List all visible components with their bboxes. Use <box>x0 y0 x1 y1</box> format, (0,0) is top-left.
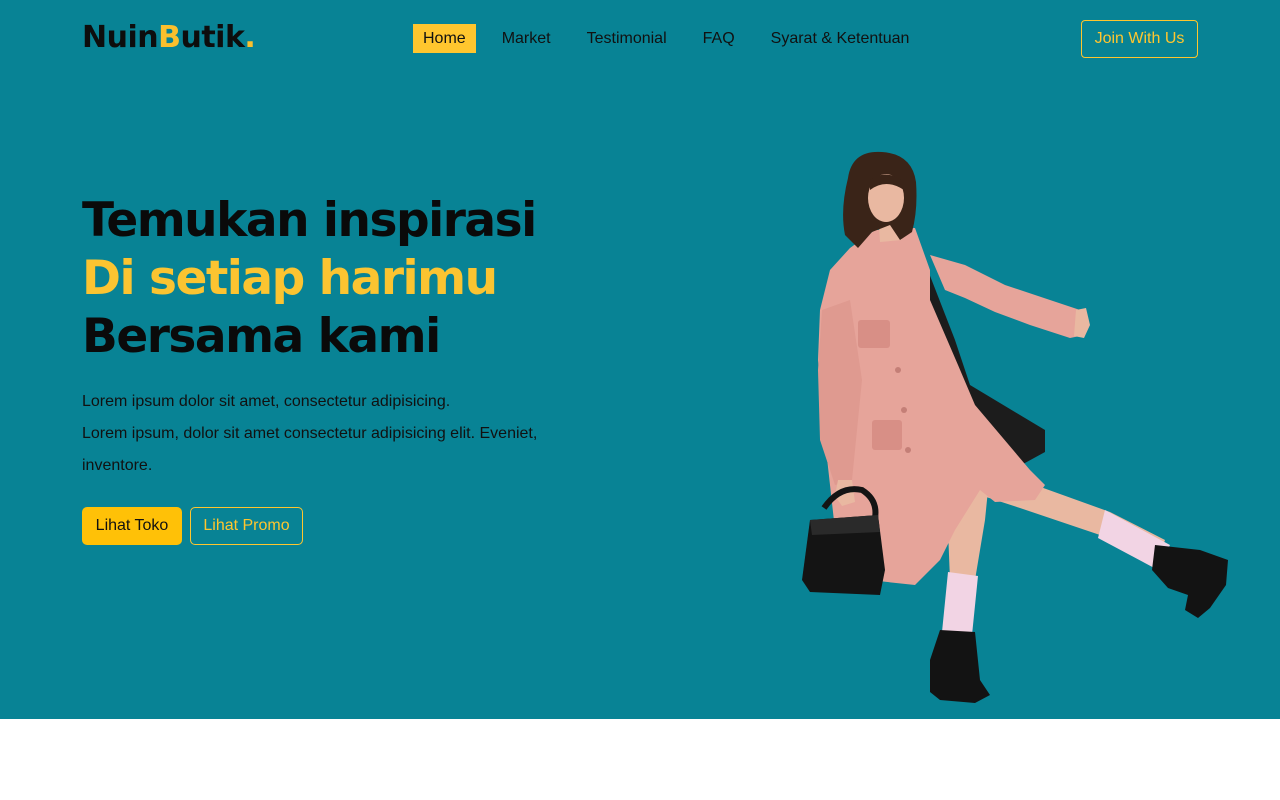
headline-line-2: Di setiap harimu <box>82 251 498 306</box>
hero-headline: Temukan inspirasi Di setiap harimu Bersa… <box>82 192 537 366</box>
join-button[interactable]: Join With Us <box>1081 20 1198 58</box>
description-line-1: Lorem ipsum dolor sit amet, consectetur … <box>82 393 451 410</box>
headline-line-1: Temukan inspirasi <box>82 193 537 248</box>
nav-link-market[interactable]: Market <box>492 24 561 53</box>
view-store-button[interactable]: Lihat Toko <box>82 507 182 545</box>
nav-link-home[interactable]: Home <box>413 24 476 53</box>
main-navigation: Home Market Testimonial FAQ Syarat & Ket… <box>413 24 935 53</box>
nav-link-faq[interactable]: FAQ <box>693 24 745 53</box>
logo-text-part2: utik <box>180 20 245 55</box>
hero-description: Lorem ipsum dolor sit amet, consectetur … <box>82 386 582 482</box>
description-line-2: Lorem ipsum, dolor sit amet consectetur … <box>82 425 538 474</box>
view-promo-button[interactable]: Lihat Promo <box>190 507 303 545</box>
content-section <box>0 719 1280 800</box>
nav-link-testimonial[interactable]: Testimonial <box>577 24 677 53</box>
nav-link-terms[interactable]: Syarat & Ketentuan <box>761 24 920 53</box>
logo-text-accent: B <box>158 20 181 55</box>
logo-dot: . <box>244 20 256 55</box>
brand-logo[interactable]: NuinButik. <box>82 20 256 56</box>
headline-line-3: Bersama kami <box>82 309 441 364</box>
fashion-model-image <box>802 151 1228 703</box>
logo-text-part1: Nuin <box>82 20 159 55</box>
hero-section: NuinButik. Home Market Testimonial FAQ S… <box>0 0 1280 719</box>
